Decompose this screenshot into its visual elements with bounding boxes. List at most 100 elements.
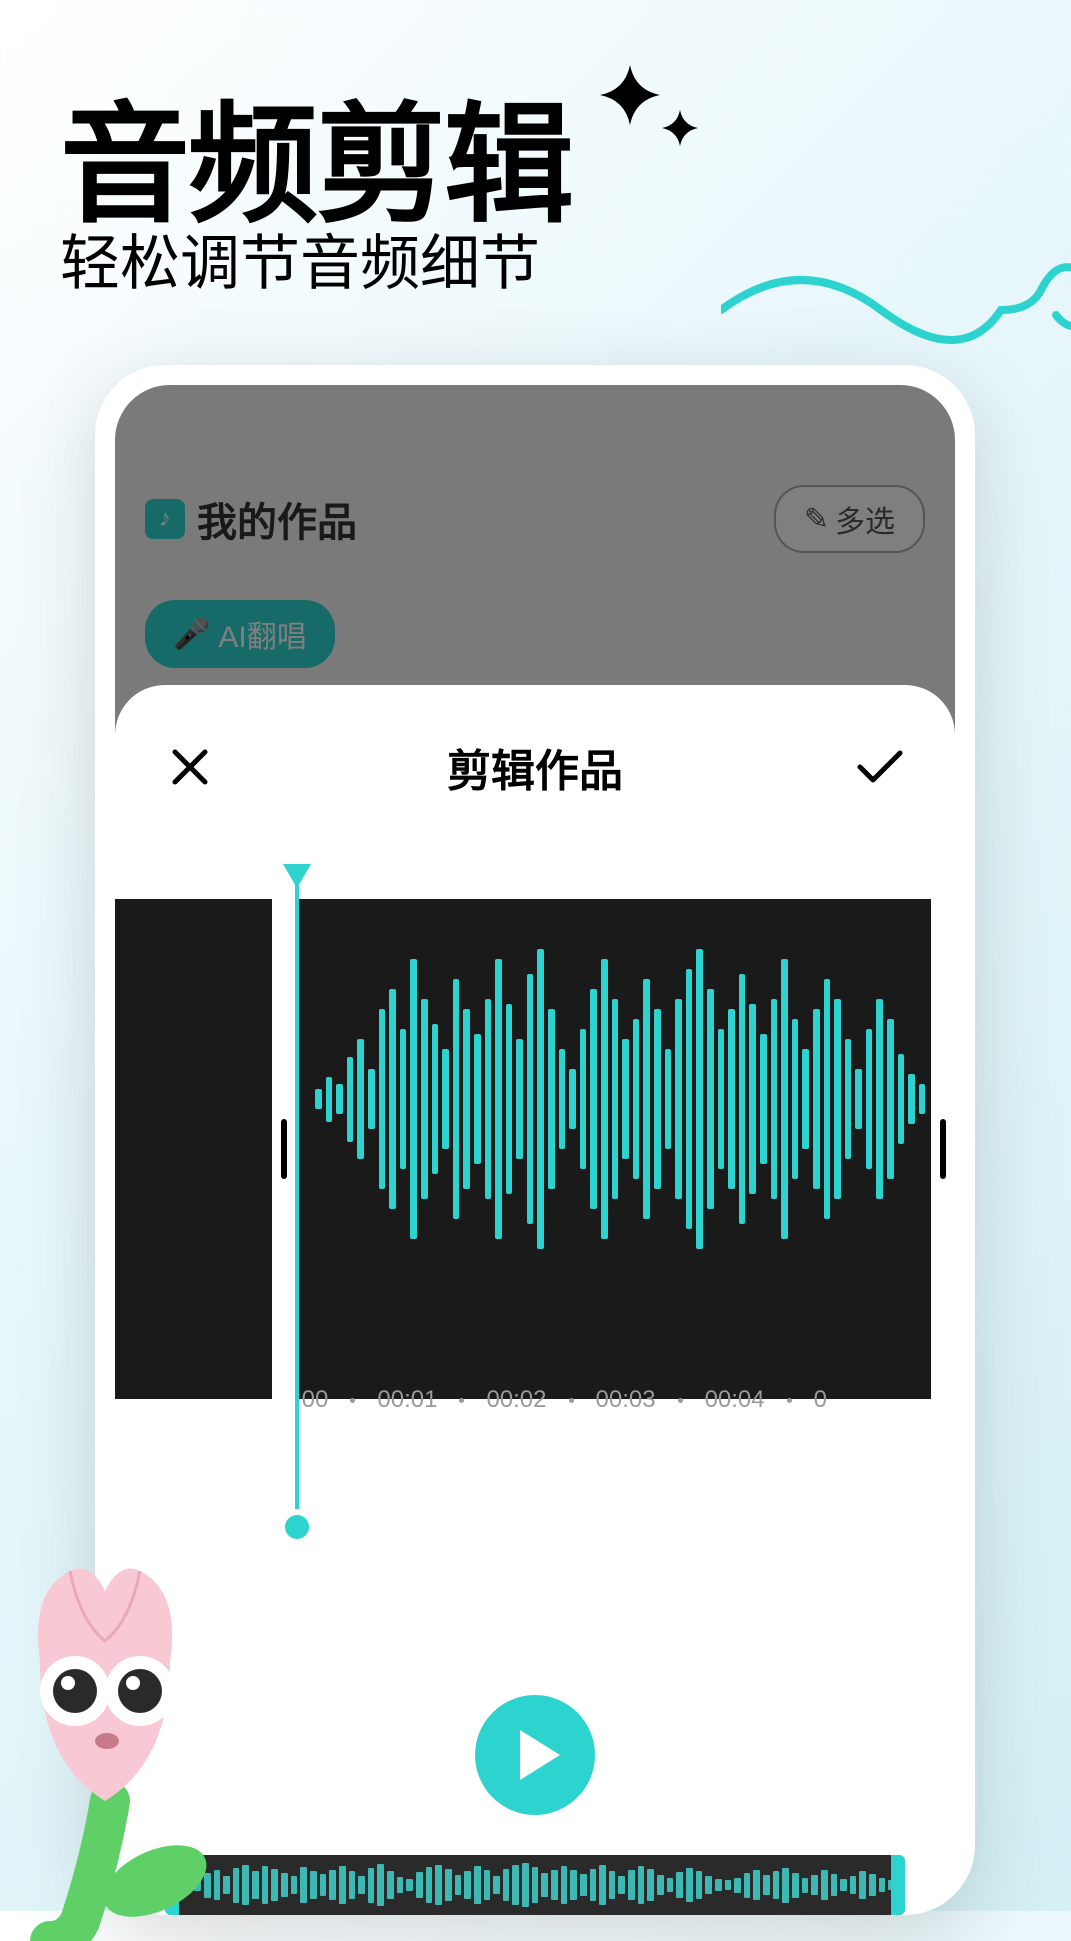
- wave-bar: [432, 1024, 439, 1174]
- timeline: :00 00:01 00:02 00:03 00:04 0: [295, 1386, 925, 1414]
- marketing-subtitle: 轻松调节音频细节: [60, 215, 540, 302]
- time-label: 00:04: [705, 1386, 765, 1414]
- time-label: 0: [814, 1386, 827, 1414]
- mini-wave-bar: [416, 1872, 423, 1898]
- mini-wave-bar: [840, 1879, 847, 1891]
- wave-bar: [696, 949, 703, 1249]
- mini-wave-bar: [831, 1874, 838, 1896]
- mini-wave-bar: [522, 1863, 529, 1907]
- mini-wave-bar: [464, 1871, 471, 1899]
- mini-wave-bar: [667, 1878, 674, 1892]
- mini-wave-bar: [715, 1879, 722, 1891]
- trim-handle-right[interactable]: [931, 899, 955, 1399]
- mini-wave-bar: [387, 1871, 394, 1899]
- wave-bar: [389, 989, 396, 1209]
- wave-bar: [516, 1039, 523, 1159]
- wave-bar: [707, 989, 714, 1209]
- wave-bar: [792, 1019, 799, 1179]
- mini-wave-bar: [377, 1864, 384, 1906]
- mini-waveform-overview[interactable]: [165, 1855, 905, 1915]
- wave-bar: [410, 959, 417, 1239]
- play-icon: [520, 1730, 560, 1780]
- mini-wave-bar: [474, 1866, 481, 1904]
- mini-wave-bar: [821, 1870, 828, 1900]
- mini-wave-bar: [811, 1875, 818, 1895]
- wave-bar: [453, 979, 460, 1219]
- wave-bar: [421, 999, 428, 1199]
- wave-bar: [675, 999, 682, 1199]
- mini-wave-bar: [493, 1876, 500, 1894]
- mini-wave-bar: [638, 1866, 645, 1904]
- mini-wave-bar: [802, 1878, 809, 1893]
- wave-bar: [485, 999, 492, 1199]
- wave-bar: [580, 1029, 587, 1169]
- mini-wave-bar: [406, 1879, 413, 1891]
- flower-mascot: [0, 1521, 260, 1941]
- waveform-editor[interactable]: :00 00:01 00:02 00:03 00:04 0: [115, 869, 955, 1429]
- mini-wave-bar: [310, 1871, 317, 1899]
- mini-wave-bar: [696, 1871, 703, 1899]
- mini-wave-bar: [628, 1870, 635, 1900]
- wave-bar: [643, 979, 650, 1219]
- wave-bar: [749, 1004, 756, 1194]
- mini-wave-bar: [580, 1874, 587, 1896]
- mini-wave-bar: [320, 1874, 327, 1896]
- mini-wave-bar: [609, 1871, 616, 1899]
- wave-bar: [813, 1009, 820, 1189]
- time-label: 00:02: [486, 1386, 546, 1414]
- mini-wave-bar: [397, 1877, 404, 1893]
- wave-bar: [919, 1084, 926, 1114]
- mini-wave-bar: [782, 1868, 789, 1903]
- wave-bar: [537, 949, 544, 1249]
- wave-bar: [442, 1049, 449, 1149]
- mini-wave-bar: [358, 1876, 365, 1894]
- trim-handle-left[interactable]: [272, 899, 296, 1399]
- mini-wave-bar: [705, 1876, 712, 1894]
- mini-wave-bar: [484, 1870, 491, 1900]
- mini-wave-bar: [859, 1871, 866, 1899]
- wave-bar: [527, 974, 534, 1224]
- wave-bar: [463, 1009, 470, 1189]
- mini-wave-bar: [300, 1867, 307, 1903]
- wave-bar: [601, 959, 608, 1239]
- wave-bar: [898, 1054, 905, 1144]
- wave-bar: [357, 1039, 364, 1159]
- mini-wave-bar: [570, 1870, 577, 1900]
- wave-bar: [908, 1074, 915, 1124]
- mini-wave-bar: [329, 1870, 336, 1900]
- wave-bar: [379, 1009, 386, 1189]
- wave-bar: [548, 1009, 555, 1189]
- confirm-button[interactable]: [855, 742, 905, 792]
- wave-bar: [760, 1034, 767, 1164]
- waveform-display: [315, 929, 925, 1269]
- wave-bar: [315, 1089, 322, 1109]
- mini-wave-bar: [753, 1870, 760, 1900]
- wave-bar: [781, 959, 788, 1239]
- playhead[interactable]: [295, 869, 299, 1539]
- close-button[interactable]: [165, 742, 215, 792]
- mini-wave-bar: [551, 1870, 558, 1900]
- mini-wave-bar: [763, 1875, 770, 1895]
- wave-bar: [686, 969, 693, 1229]
- mini-wave-bar: [512, 1865, 519, 1905]
- mini-wave-bar: [281, 1873, 288, 1897]
- mini-wave-bar: [590, 1869, 597, 1901]
- wave-bar: [495, 959, 502, 1239]
- mini-wave-bar: [435, 1865, 442, 1905]
- wave-bar: [665, 1049, 672, 1149]
- mini-wave-bar: [744, 1873, 751, 1898]
- mini-wave-bar: [271, 1869, 278, 1901]
- wave-bar: [347, 1057, 354, 1142]
- mini-wave-bar: [368, 1868, 375, 1903]
- modal-title: 剪辑作品: [447, 735, 623, 799]
- mini-wave-bar: [541, 1873, 548, 1897]
- mini-wave-bar: [725, 1880, 732, 1890]
- time-label: 00:01: [377, 1386, 437, 1414]
- mini-handle-right[interactable]: [891, 1855, 905, 1915]
- mini-wave-bar: [647, 1869, 654, 1901]
- play-button[interactable]: [475, 1695, 595, 1815]
- wave-bar: [728, 1009, 735, 1189]
- mini-wave-bar: [869, 1874, 876, 1896]
- wave-bar: [654, 1009, 661, 1189]
- wave-bar: [845, 1039, 852, 1159]
